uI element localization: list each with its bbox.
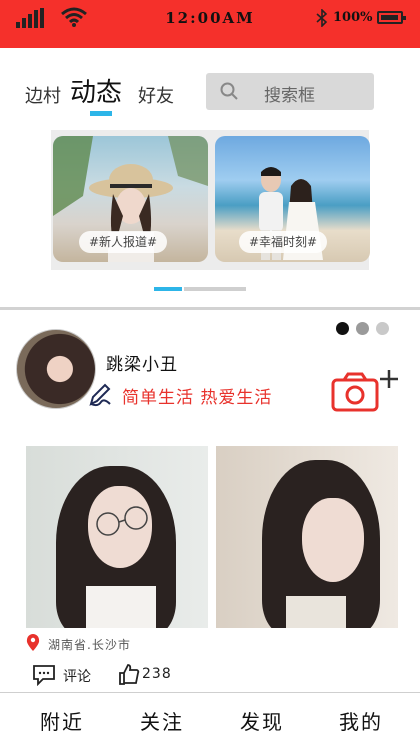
page-dot-3[interactable] [376,322,389,335]
search-placeholder: 搜索框 [264,86,315,106]
avatar[interactable] [16,329,96,409]
banner-carousel[interactable]: #新人报道# #幸福时刻# [51,130,370,270]
post-location: 湖南省.长沙市 [48,638,131,652]
like-count: 238 [142,666,172,682]
nav-nearby[interactable]: 附近 [40,706,84,735]
tab-haoyou[interactable]: 好友 [138,82,174,108]
page-dot-1[interactable] [336,322,349,335]
bluetooth-icon [316,9,328,27]
comment-label[interactable]: 评论 [63,666,91,686]
search-box[interactable]: 搜索框 [206,73,374,110]
page-dot-2[interactable] [356,322,369,335]
search-icon [220,82,238,100]
comment-icon[interactable] [32,664,56,686]
banner-indicator-track [184,287,246,291]
banner-card-new-member[interactable]: #新人报道# [53,136,208,262]
post-photo-2[interactable] [216,446,398,628]
post-motto: 简单生活 热爱生活 [122,388,273,408]
location-pin-icon [26,634,40,651]
banner-tag-happy-moment: #幸福时刻# [239,231,328,253]
battery-icon [377,11,406,24]
banner-tag-new-member: #新人报道# [79,231,168,253]
pen-icon [89,383,111,407]
banner-indicator-active [154,287,182,291]
tab-dongtai[interactable]: 动态 [70,72,122,109]
thumbs-up-icon[interactable] [118,663,140,685]
status-bar: 12:00AM 100% [0,0,420,48]
nav-discover[interactable]: 发现 [240,706,284,735]
section-divider [0,307,420,310]
tab-biancun[interactable]: 边村 [25,82,61,108]
battery-percentage: 100% [333,10,373,25]
banner-card-happy-moment[interactable]: #幸福时刻# [215,136,370,262]
add-photo-camera-icon[interactable] [331,370,401,414]
active-tab-indicator [90,111,112,116]
bottom-nav: 附近 关注 发现 我的 [0,693,420,747]
nav-mine[interactable]: 我的 [339,706,383,735]
post-username[interactable]: 跳梁小丑 [106,350,178,375]
post-photo-1[interactable] [26,446,208,628]
nav-following[interactable]: 关注 [140,706,184,735]
